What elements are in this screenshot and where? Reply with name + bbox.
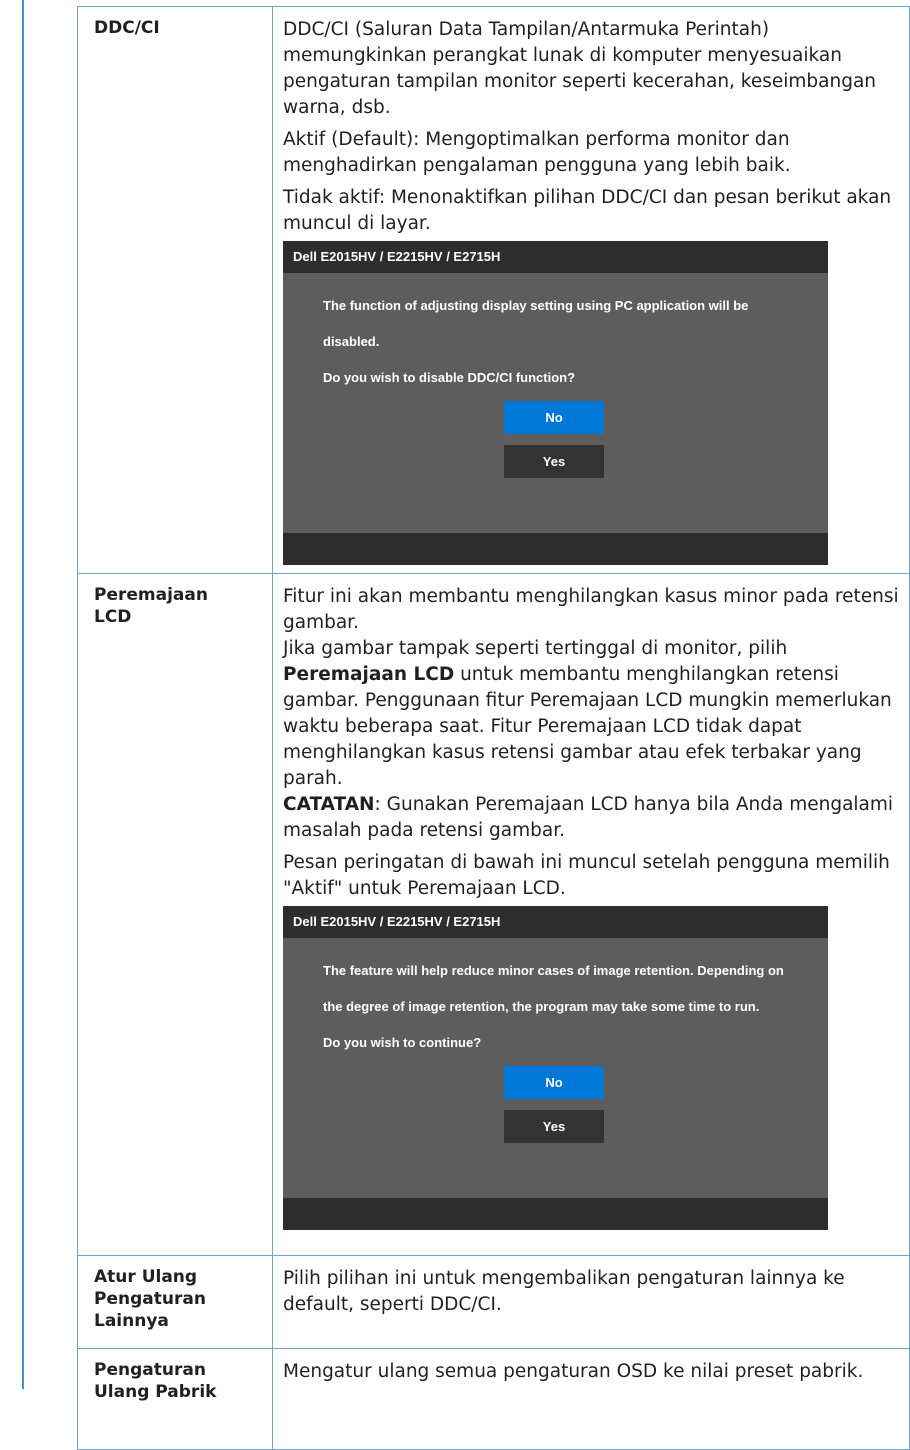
lcd-warning-intro: Pesan peringatan di bawah ini muncul set…	[283, 852, 890, 899]
dialog-title: Dell E2015HV / E2215HV / E2715H	[283, 906, 828, 938]
dialog-question: Do you wish to disable DDC/CI function?	[323, 370, 576, 385]
note-label: CATATAN	[283, 794, 375, 815]
setting-label: Peremajaan	[94, 585, 208, 605]
page-margin-rule	[22, 0, 24, 1389]
dialog-body: The function of adjusting display settin…	[283, 273, 828, 533]
dialog-body: The feature will help reduce minor cases…	[283, 938, 828, 1198]
ddcci-intro-text: DDC/CI (Saluran Data Tampilan/Antarmuka …	[283, 19, 877, 118]
table-row-factory-reset: Pengaturan Ulang Pabrik Mengatur ulang s…	[77, 1348, 910, 1450]
no-button[interactable]: No	[504, 1066, 604, 1099]
dialog-title: Dell E2015HV / E2215HV / E2715H	[283, 241, 828, 273]
yes-button[interactable]: Yes	[504, 1110, 604, 1143]
dialog-footer-bar	[283, 1198, 828, 1230]
lcd-intro-text: Fitur ini akan membantu menghilangkan ka…	[283, 586, 899, 633]
dialog-message-line: The feature will help reduce minor cases…	[323, 963, 784, 978]
setting-description-cell: Mengatur ulang semua pengaturan OSD ke n…	[272, 1348, 910, 1450]
setting-label: Pengaturan	[94, 1289, 206, 1309]
setting-label-cell: Peremajaan LCD	[77, 573, 273, 1256]
table-row-ddcci: DDC/CI DDC/CI (Saluran Data Tampilan/Ant…	[77, 6, 910, 574]
ddcci-enabled-text: Aktif (Default): Mengoptimalkan performa…	[283, 129, 791, 176]
setting-label: Pengaturan	[94, 1360, 206, 1380]
ddcci-disabled-text: Tidak aktif: Menonaktifkan pilihan DDC/C…	[283, 187, 892, 234]
dialog-message-line: The function of adjusting display settin…	[323, 298, 749, 313]
reset-other-description: Pilih pilihan ini untuk mengembalikan pe…	[283, 1268, 845, 1315]
factory-reset-description: Mengatur ulang semua pengaturan OSD ke n…	[283, 1361, 864, 1382]
osd-settings-table: DDC/CI DDC/CI (Saluran Data Tampilan/Ant…	[77, 6, 910, 1450]
lcd-usage-text-part: Jika gambar tampak seperti tertinggal di…	[283, 638, 788, 659]
lcd-note-text: CATATAN: Gunakan Peremajaan LCD hanya bi…	[283, 792, 901, 844]
lcd-usage-text: Jika gambar tampak seperti tertinggal di…	[283, 636, 901, 792]
setting-description-cell: Pilih pilihan ini untuk mengembalikan pe…	[272, 1255, 910, 1349]
setting-label: Ulang Pabrik	[94, 1382, 217, 1402]
no-button[interactable]: No	[504, 401, 604, 434]
lcd-warning-dialog: Dell E2015HV / E2215HV / E2715H The feat…	[283, 906, 828, 1230]
table-row-reset-other: Atur Ulang Pengaturan Lainnya Pilih pili…	[77, 1255, 910, 1349]
setting-label-cell: Pengaturan Ulang Pabrik	[77, 1348, 273, 1450]
dialog-message-line: disabled.	[323, 334, 380, 349]
setting-label-cell: Atur Ulang Pengaturan Lainnya	[77, 1255, 273, 1349]
table-row-lcd-conditioning: Peremajaan LCD Fitur ini akan membantu m…	[77, 573, 910, 1256]
yes-button[interactable]: Yes	[504, 445, 604, 478]
setting-label-cell: DDC/CI	[77, 6, 273, 574]
dialog-question: Do you wish to continue?	[323, 1035, 482, 1050]
setting-label: LCD	[94, 607, 132, 627]
setting-label: Lainnya	[94, 1311, 169, 1331]
ddcci-warning-dialog: Dell E2015HV / E2215HV / E2715H The func…	[283, 241, 828, 565]
dialog-footer-bar	[283, 533, 828, 565]
lcd-feature-name: Peremajaan LCD	[283, 664, 455, 685]
setting-label: DDC/CI	[94, 18, 160, 38]
setting-description-cell: Fitur ini akan membantu menghilangkan ka…	[272, 573, 910, 1256]
note-body: : Gunakan Peremajaan LCD hanya bila Anda…	[283, 794, 894, 841]
setting-description-cell: DDC/CI (Saluran Data Tampilan/Antarmuka …	[272, 6, 910, 574]
dialog-message-line: the degree of image retention, the progr…	[323, 999, 760, 1014]
setting-label: Atur Ulang	[94, 1267, 198, 1287]
